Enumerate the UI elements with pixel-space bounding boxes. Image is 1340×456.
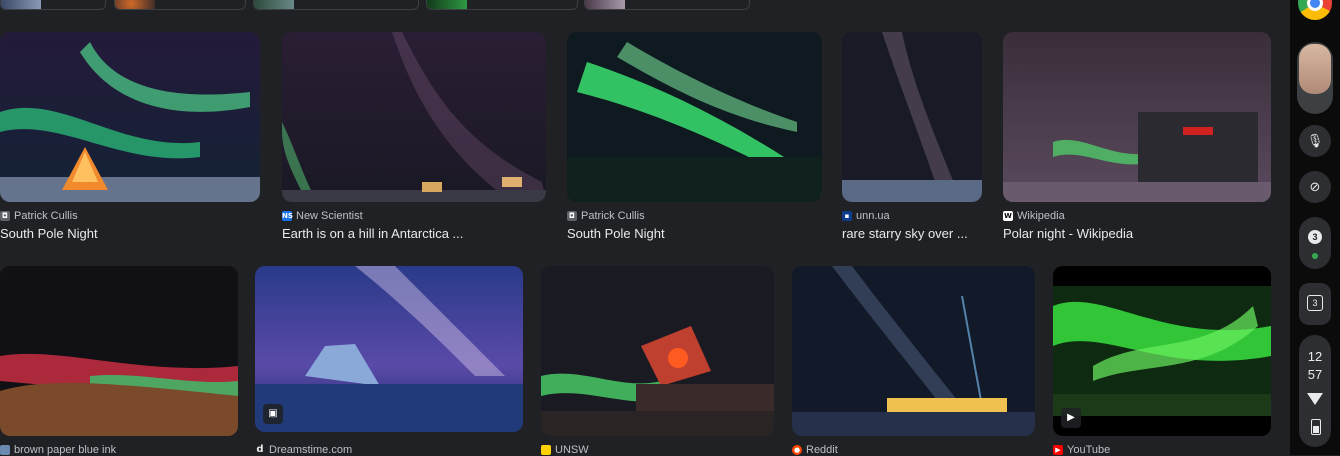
result-image[interactable] bbox=[541, 266, 774, 436]
status-tray[interactable]: 12 57 bbox=[1299, 335, 1331, 447]
camera-favicon-icon: ◘ bbox=[567, 211, 577, 221]
notification-counter[interactable]: 3 bbox=[1299, 217, 1331, 269]
result-source: UNSW bbox=[541, 444, 589, 456]
result-source: ▶ YouTube bbox=[1053, 444, 1110, 456]
result-title[interactable]: South Pole Night bbox=[567, 226, 665, 241]
microphone-icon[interactable]: 🎙 bbox=[1299, 125, 1331, 157]
result-source: ● Reddit bbox=[792, 444, 838, 456]
result-image[interactable] bbox=[0, 32, 260, 202]
image-result[interactable]: ◘ Patrick Cullis South Pole Night bbox=[567, 32, 822, 247]
related-chip-3[interactable] bbox=[253, 0, 419, 10]
wikipedia-favicon-icon: W bbox=[1003, 211, 1013, 221]
desk-number: 3 bbox=[1307, 295, 1323, 311]
image-result[interactable]: NS New Scientist Earth is on a hill in An… bbox=[282, 32, 546, 247]
result-image[interactable]: ▣ bbox=[255, 266, 523, 432]
reddit-favicon-icon: ● bbox=[792, 445, 802, 455]
result-image[interactable] bbox=[792, 266, 1035, 436]
result-image[interactable]: ▶ bbox=[1053, 266, 1271, 436]
result-source: W Wikipedia bbox=[1003, 210, 1065, 222]
ns-favicon-icon: NS bbox=[282, 211, 293, 221]
result-source: NS New Scientist bbox=[282, 210, 363, 222]
clock-minute: 57 bbox=[1307, 367, 1323, 382]
unsw-favicon-icon bbox=[541, 445, 551, 455]
image-result[interactable]: W Wikipedia Polar night - Wikipedia bbox=[1003, 32, 1271, 247]
result-title[interactable]: Polar night - Wikipedia bbox=[1003, 226, 1133, 241]
image-result[interactable]: ▣ d Dreamstime.com bbox=[255, 266, 523, 456]
image-result[interactable]: ◘ Patrick Cullis South Pole Night bbox=[0, 32, 260, 247]
pinned-window-preview[interactable] bbox=[1297, 42, 1333, 114]
result-source: ▪ unn.ua bbox=[842, 210, 890, 222]
brown-paper-favicon-icon bbox=[0, 445, 10, 455]
virtual-desk-button[interactable]: 3 bbox=[1299, 283, 1331, 325]
play-icon[interactable]: ▶ bbox=[1061, 408, 1081, 428]
result-image[interactable] bbox=[1003, 32, 1271, 202]
image-icon: ▣ bbox=[263, 404, 283, 424]
result-image[interactable] bbox=[0, 266, 238, 436]
result-source: ◘ Patrick Cullis bbox=[567, 210, 645, 222]
image-result[interactable]: ● Reddit bbox=[792, 266, 1035, 456]
image-result[interactable]: brown paper blue ink bbox=[0, 266, 238, 456]
battery-icon bbox=[1311, 419, 1321, 435]
dreamstime-favicon-icon: d bbox=[256, 444, 264, 455]
related-chip-5[interactable] bbox=[584, 0, 750, 10]
image-result[interactable]: ▶ ▶ YouTube bbox=[1053, 266, 1271, 456]
related-chip-2[interactable] bbox=[114, 0, 246, 10]
clock-hour: 12 bbox=[1307, 349, 1323, 364]
image-result[interactable]: UNSW bbox=[541, 266, 774, 456]
do-not-disturb-icon[interactable]: ⊘ bbox=[1299, 171, 1331, 203]
result-title[interactable]: Earth is on a hill in Antarctica ... bbox=[282, 226, 463, 241]
image-result[interactable]: ▪ unn.ua rare starry sky over ... bbox=[842, 32, 982, 247]
status-dot bbox=[1312, 253, 1318, 259]
result-image[interactable] bbox=[567, 32, 822, 202]
result-source: brown paper blue ink bbox=[0, 444, 116, 456]
result-title[interactable]: South Pole Night bbox=[0, 226, 98, 241]
related-chip-4[interactable] bbox=[426, 0, 578, 10]
result-source: ◘ Patrick Cullis bbox=[0, 210, 78, 222]
notification-count: 3 bbox=[1308, 230, 1322, 244]
wifi-icon bbox=[1307, 393, 1323, 405]
camera-favicon-icon: ◘ bbox=[0, 211, 10, 221]
youtube-favicon-icon: ▶ bbox=[1053, 445, 1063, 455]
related-chip-1[interactable] bbox=[0, 0, 106, 10]
result-source: d Dreamstime.com bbox=[256, 444, 353, 456]
result-title[interactable]: rare starry sky over ... bbox=[842, 226, 968, 241]
result-image[interactable] bbox=[282, 32, 546, 202]
result-image[interactable] bbox=[842, 32, 982, 202]
unn-favicon-icon: ▪ bbox=[842, 211, 852, 221]
